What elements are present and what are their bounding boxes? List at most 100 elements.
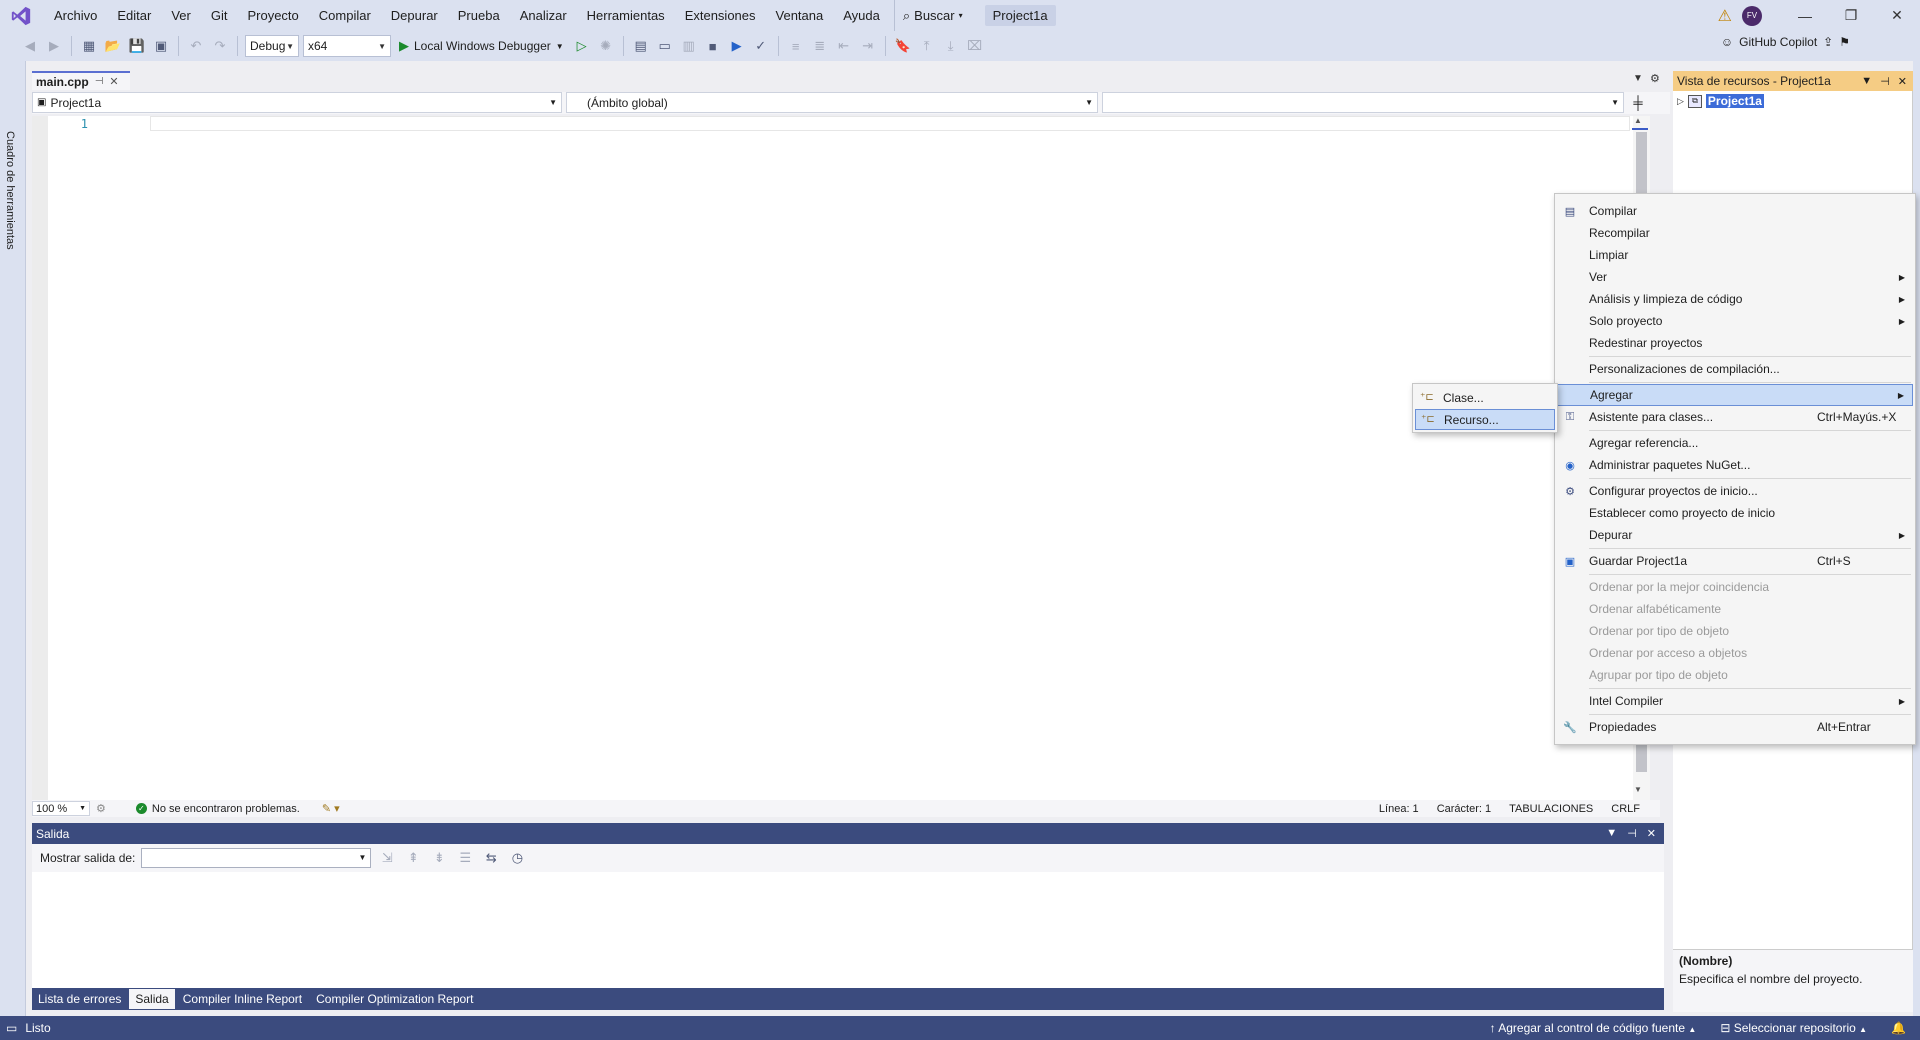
eol-indicator[interactable]: CRLF (1611, 803, 1640, 815)
bookmark-icon[interactable]: 🔖 (893, 36, 913, 56)
chevron-down-icon[interactable]: ▼ (1606, 827, 1617, 840)
uncomment-icon[interactable]: ≣ (810, 36, 830, 56)
menu-depurar[interactable]: Depurar (381, 0, 448, 31)
clear-bookmarks-icon[interactable]: ⌧ (965, 36, 985, 56)
project-nav-select[interactable]: ▣ Project1a ▼ (32, 92, 562, 113)
scroll-down-icon[interactable]: ▼ (1634, 785, 1642, 794)
gear-icon[interactable]: ⚙ (1650, 72, 1660, 85)
warning-icon[interactable]: ⚠ (1718, 6, 1732, 26)
undo-icon[interactable]: ↶ (186, 36, 206, 56)
close-icon[interactable]: ✕ (109, 75, 118, 88)
indent-icon[interactable]: ⇥ (858, 36, 878, 56)
menu-item-intel-compiler[interactable]: Intel Compiler ▶ (1557, 690, 1913, 712)
menu-herramientas[interactable]: Herramientas (577, 0, 675, 31)
notification-bell-icon[interactable]: 🔔 (1891, 1021, 1906, 1035)
next-bookmark-icon[interactable]: ⤓ (941, 36, 961, 56)
menu-item-ver[interactable]: Ver ▶ (1557, 266, 1913, 288)
source-control-button[interactable]: ↑ Agregar al control de código fuente ▲ (1490, 1021, 1697, 1035)
hot-reload-icon[interactable]: ✺ (596, 36, 616, 56)
copilot-status-icon[interactable]: ⚙ (96, 802, 106, 815)
pin-icon[interactable]: ⊣ (1627, 827, 1637, 840)
output-text-area[interactable] (32, 872, 1664, 988)
menu-proyecto[interactable]: Proyecto (237, 0, 308, 31)
menu-item-analisis[interactable]: Análisis y limpieza de código ▶ (1557, 288, 1913, 310)
avatar[interactable]: FV (1742, 5, 1762, 26)
menu-item-configurar-inicio[interactable]: ⚙ Configurar proyectos de inicio... (1557, 480, 1913, 502)
open-folder-icon[interactable]: 📂 (103, 36, 123, 56)
restore-button[interactable]: ❐ (1828, 0, 1874, 31)
spell-check-icon[interactable]: ✓ (751, 36, 771, 56)
configuration-select[interactable]: Debug ▼ (245, 35, 299, 57)
menu-git[interactable]: Git (201, 0, 238, 31)
comment-icon[interactable]: ≡ (786, 36, 806, 56)
chevron-down-icon[interactable]: ▼ (1861, 75, 1872, 88)
menu-prueba[interactable]: Prueba (448, 0, 510, 31)
close-icon[interactable]: ✕ (1898, 75, 1907, 88)
next-message-icon[interactable]: ⇟ (429, 848, 449, 868)
member-nav-select[interactable]: ▼ (1102, 92, 1624, 113)
start-without-debugging-icon[interactable]: ▷ (572, 36, 592, 56)
github-copilot-button[interactable]: ☺ GitHub Copilot ⇪ ⚑ (1721, 35, 1850, 49)
prev-bookmark-icon[interactable]: ⤒ (917, 36, 937, 56)
redo-icon[interactable]: ↷ (210, 36, 230, 56)
pin-icon[interactable]: ⊣ (95, 76, 104, 87)
timestamp-icon[interactable]: ◷ (507, 848, 527, 868)
menu-ver[interactable]: Ver (161, 0, 201, 31)
menu-compilar[interactable]: Compilar (309, 0, 381, 31)
search-button[interactable]: ⌕ Buscar ▾ (893, 0, 971, 31)
close-button[interactable]: ✕ (1874, 0, 1920, 31)
tab-error-list[interactable]: Lista de errores (32, 989, 127, 1009)
vtune-icon[interactable]: ■ (703, 36, 723, 56)
outdent-icon[interactable]: ⇤ (834, 36, 854, 56)
menu-item-guardar[interactable]: ▣ Guardar Project1a Ctrl+S (1557, 550, 1913, 572)
close-icon[interactable]: ✕ (1647, 827, 1656, 840)
solution-explorer-icon[interactable]: ▤ (631, 36, 651, 56)
platform-select[interactable]: x64 ▼ (303, 35, 391, 57)
pin-icon[interactable]: ⊣ (1880, 75, 1890, 88)
menu-item-recompilar[interactable]: Recompilar (1557, 222, 1913, 244)
select-repository-button[interactable]: ⊟ Seleccionar repositorio ▲ (1720, 1021, 1867, 1035)
indent-indicator[interactable]: TABULACIONES (1509, 803, 1593, 815)
submenu-item-clase[interactable]: ⁺⊏ Clase... (1415, 387, 1555, 408)
window-layout-icon[interactable]: ▭ (655, 36, 675, 56)
step-icon[interactable]: ▶ (727, 36, 747, 56)
tab-output[interactable]: Salida (129, 989, 175, 1009)
menu-item-depurar[interactable]: Depurar ▶ (1557, 524, 1913, 546)
menu-item-asistente-clases[interactable]: ⚿ Asistente para clases... Ctrl+Mayús.+X (1557, 406, 1913, 428)
output-source-select[interactable]: ▼ (141, 848, 372, 868)
menu-item-establecer-inicio[interactable]: Establecer como proyecto de inicio (1557, 502, 1913, 524)
menu-item-agregar[interactable]: Agregar ▶ (1557, 384, 1913, 406)
minimize-button[interactable]: — (1782, 0, 1828, 31)
submenu-item-recurso[interactable]: ⁺⊏ Recurso... (1415, 409, 1555, 430)
cleanup-icon[interactable]: ✎ ▾ (322, 802, 340, 815)
toolbox-tab[interactable]: Cuadro de herramientas (4, 131, 16, 250)
menu-item-compilar[interactable]: ▤ Compilar (1557, 200, 1913, 222)
back-icon[interactable]: ◀ (20, 36, 40, 56)
scroll-up-icon[interactable]: ▲ (1634, 116, 1642, 125)
menu-archivo[interactable]: Archivo (44, 0, 107, 31)
prev-message-icon[interactable]: ⇞ (403, 848, 423, 868)
tab-compiler-inline-report[interactable]: Compiler Inline Report (177, 989, 308, 1009)
menu-ventana[interactable]: Ventana (766, 0, 834, 31)
menu-item-propiedades[interactable]: 🔧 Propiedades Alt+Entrar (1557, 716, 1913, 738)
save-icon[interactable]: 💾 (127, 36, 147, 56)
menu-item-agregar-referencia[interactable]: Agregar referencia... (1557, 432, 1913, 454)
find-message-icon[interactable]: ⇲ (377, 848, 397, 868)
tab-compiler-optimization-report[interactable]: Compiler Optimization Report (310, 989, 479, 1009)
menu-editar[interactable]: Editar (107, 0, 161, 31)
menu-ayuda[interactable]: Ayuda (833, 0, 890, 31)
menu-extensiones[interactable]: Extensiones (675, 0, 766, 31)
menu-item-personalizaciones[interactable]: Personalizaciones de compilación... (1557, 358, 1913, 380)
layout-icon[interactable]: ▥ (679, 36, 699, 56)
forward-icon[interactable]: ▶ (44, 36, 64, 56)
start-debugger-button[interactable]: ▶ Local Windows Debugger ▼ (395, 38, 568, 54)
feedback-icon[interactable]: ⚑ (1839, 35, 1850, 49)
tab-main-cpp[interactable]: main.cpp ⊣ ✕ (32, 71, 130, 90)
char-indicator[interactable]: Carácter: 1 (1437, 803, 1491, 815)
share-icon[interactable]: ⇪ (1823, 35, 1833, 49)
new-project-icon[interactable]: ▦ (79, 36, 99, 56)
zoom-select[interactable]: 100 % ▼ (32, 801, 90, 816)
expand-icon[interactable]: ▷ (1677, 96, 1684, 107)
menu-item-redestinar[interactable]: Redestinar proyectos (1557, 332, 1913, 354)
tree-node-project[interactable]: ▷ ⧉ Project1a (1677, 94, 1764, 108)
